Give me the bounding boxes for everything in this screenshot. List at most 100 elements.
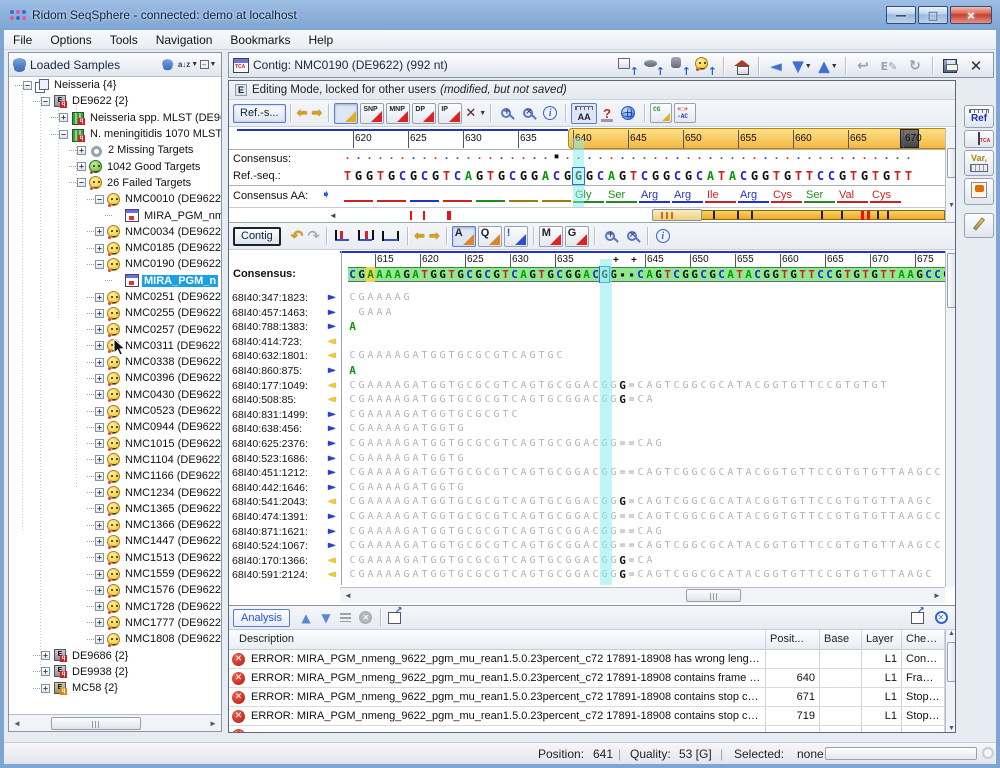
next-problem-icon[interactable]: ▼▼: [790, 56, 814, 77]
tree-expander-icon[interactable]: +: [41, 651, 50, 660]
mnp-tool-button[interactable]: MNP: [386, 103, 410, 124]
tree-item[interactable]: +NMC0255 (DE9622): [9, 305, 221, 321]
tree-expander-icon[interactable]: −: [23, 81, 32, 90]
tree-item[interactable]: +Neisseria spp. MLST (DE962: [9, 110, 221, 126]
tree-item[interactable]: +NMC0185 (DE9622): [9, 240, 221, 256]
remove-tag-icon[interactable]: ✕: [465, 107, 476, 120]
undo-icon[interactable]: ↶: [291, 229, 304, 244]
tree-expander-icon[interactable]: +: [95, 358, 104, 367]
tree-expander-icon[interactable]: +: [95, 570, 104, 579]
read-row[interactable]: 68I40:638:456:►CGAAAAGATGGTG: [229, 422, 945, 436]
contig-info-icon[interactable]: i: [656, 229, 670, 243]
move-down-icon[interactable]: ▼: [317, 609, 335, 626]
tree-expander-icon[interactable]: +: [95, 521, 104, 530]
open-external-icon[interactable]: [908, 609, 926, 626]
tree-expander-icon[interactable]: −: [95, 195, 104, 204]
prev-problem-icon[interactable]: ▲▼: [816, 56, 840, 77]
trim-both-icon[interactable]: [357, 229, 377, 243]
read-row[interactable]: 68I40:442:1646:►CGAAAAGATGGTG: [229, 481, 945, 495]
tree-expander-icon[interactable]: −: [95, 260, 104, 269]
tag-m-tool-button[interactable]: M: [539, 226, 563, 247]
tree-expander-icon[interactable]: +: [95, 439, 104, 448]
tree-item[interactable]: −26 Failed Targets: [9, 175, 221, 191]
close-window-button[interactable]: ×: [950, 6, 992, 24]
tree-expander-icon[interactable]: +: [41, 684, 50, 693]
tag-g-tool-button[interactable]: G: [565, 226, 589, 247]
tree-hscrollbar[interactable]: ◄ ►: [9, 714, 221, 731]
edit-entry-icon[interactable]: E✎: [877, 56, 901, 77]
read-row[interactable]: 68I40:451:1212:►CGAAAAGATGGTGCGCGTCAGTGC…: [229, 466, 945, 480]
tree-item[interactable]: +NMC0523 (DE9622): [9, 403, 221, 419]
scroll-right-icon[interactable]: ►: [205, 719, 221, 728]
read-row[interactable]: 68I40:347:1823:►CGAAAAG: [229, 291, 945, 305]
tree-expander-icon[interactable]: +: [95, 602, 104, 611]
analysis-row[interactable]: ✕ERROR: MIRA_PGM_nmeng_9622_pgm_mu_rean1…: [229, 688, 945, 707]
collapse-all-icon[interactable]: −▼: [199, 56, 217, 73]
tree-expander-icon[interactable]: −: [59, 130, 68, 139]
tree-expander-icon[interactable]: −: [77, 178, 86, 187]
read-row[interactable]: 68I40:591:2124:◄CGAAAAGATGGTGCGCGTCAGTGC…: [229, 568, 945, 582]
tree-item[interactable]: +NMC1559 (DE9622): [9, 566, 221, 582]
menu-item-bookmarks[interactable]: Bookmarks: [221, 31, 299, 49]
home-icon[interactable]: [729, 56, 753, 77]
reference-view[interactable]: 620625630635640645650655660665670Consens…: [229, 128, 956, 223]
tag-exclaim-tool-button[interactable]: !: [504, 226, 528, 247]
read-row[interactable]: 68I40:177:1049:◄CGAAAAGATGGTGCGCGTCAGTGC…: [229, 379, 945, 393]
contig-alignment-view[interactable]: 615620625630635645650655660665670675++Co…: [229, 251, 956, 604]
contig-zoom-out-icon[interactable]: ×: [627, 231, 637, 241]
tree-item[interactable]: +2 Missing Targets: [9, 142, 221, 158]
tree-item[interactable]: +DE9938 {2}: [9, 664, 221, 680]
trim-left-icon[interactable]: [333, 229, 353, 243]
read-row[interactable]: 68I40:871:1621:►CGAAAAGATGGTGCGCGTCAGTGC…: [229, 525, 945, 539]
zoom-out-icon[interactable]: ×: [523, 108, 533, 118]
tree-item[interactable]: +NMC1366 (DE9622): [9, 517, 221, 533]
maximize-button[interactable]: □: [918, 6, 948, 24]
tab-analysis[interactable]: Analysis: [233, 609, 290, 627]
tree-item[interactable]: +NMC1513 (DE9622): [9, 550, 221, 566]
tree-item[interactable]: MIRA_PGM_n: [9, 273, 221, 289]
tree-expander-icon[interactable]: +: [41, 667, 50, 676]
send-to-table-icon[interactable]: ↑: [616, 56, 640, 77]
minimize-button[interactable]: —: [886, 6, 916, 24]
read-row[interactable]: 68I40:508:85:◄CGAAAAGATGGTGCGCGTCAGTGCGG…: [229, 393, 945, 407]
menu-item-tools[interactable]: Tools: [101, 31, 147, 49]
tree-item[interactable]: +NMC0396 (DE9622): [9, 370, 221, 386]
tree-expander-icon[interactable]: +: [95, 407, 104, 416]
remove-tag-dropdown-icon[interactable]: ▼: [479, 110, 486, 117]
tree-expander-icon[interactable]: +: [95, 244, 104, 253]
tree-item[interactable]: +NMC1365 (DE9622): [9, 501, 221, 517]
close-document-icon[interactable]: ✕: [964, 56, 988, 77]
tree-item[interactable]: +NMC0251 (DE9622): [9, 289, 221, 305]
column-header-desc[interactable]: Description: [235, 630, 766, 649]
read-row[interactable]: 68I40:414:723:◄: [229, 335, 945, 349]
tree-expander-icon[interactable]: +: [95, 341, 104, 350]
tree-item[interactable]: +NMC0338 (DE9622): [9, 354, 221, 370]
scrollbar-thumb[interactable]: [51, 717, 141, 730]
send-to-chart-icon[interactable]: ↑: [642, 56, 666, 77]
variants-view-button[interactable]: Var,: [964, 150, 994, 176]
contig-hscrollbar[interactable]: ◄►: [340, 587, 945, 603]
tag-a-tool-button[interactable]: A: [452, 226, 476, 247]
show-amino-acids-button[interactable]: AA: [571, 103, 597, 124]
tree-item[interactable]: +DE9686 {2}: [9, 647, 221, 663]
tree-item[interactable]: +NMC1166 (DE9622): [9, 468, 221, 484]
contig-vscrollbar[interactable]: [945, 251, 956, 587]
next-disagreement-icon[interactable]: ➡: [429, 230, 440, 243]
read-row[interactable]: 68I40:831:1499:►CGAAAAGATGGTGCGCGTC: [229, 408, 945, 422]
tree-item[interactable]: +NMC1728 (DE9622): [9, 599, 221, 615]
tree-item[interactable]: −N. meningitidis 1070 MLST+: [9, 126, 221, 142]
highlighter-tool-button[interactable]: [334, 103, 358, 124]
tree-item[interactable]: +NMC0430 (DE9622): [9, 387, 221, 403]
column-header-base[interactable]: Base: [820, 630, 862, 649]
tree-item[interactable]: +NMC0944 (DE9622): [9, 419, 221, 435]
tree-item[interactable]: MIRA_PGM_nme: [9, 207, 221, 223]
tree-item[interactable]: +NMC1777 (DE9622): [9, 615, 221, 631]
scrollbar-thumb[interactable]: [686, 589, 741, 602]
tree-item[interactable]: +NMC0311 (DE9622): [9, 338, 221, 354]
read-row[interactable]: 68I40:860:875:►A: [229, 364, 945, 378]
tree-expander-icon[interactable]: −: [41, 97, 50, 106]
overview-thumb[interactable]: [652, 209, 702, 221]
layers-icon[interactable]: [337, 609, 355, 626]
menu-item-options[interactable]: Options: [41, 31, 100, 49]
quality-row-icon[interactable]: ?: [603, 107, 611, 120]
